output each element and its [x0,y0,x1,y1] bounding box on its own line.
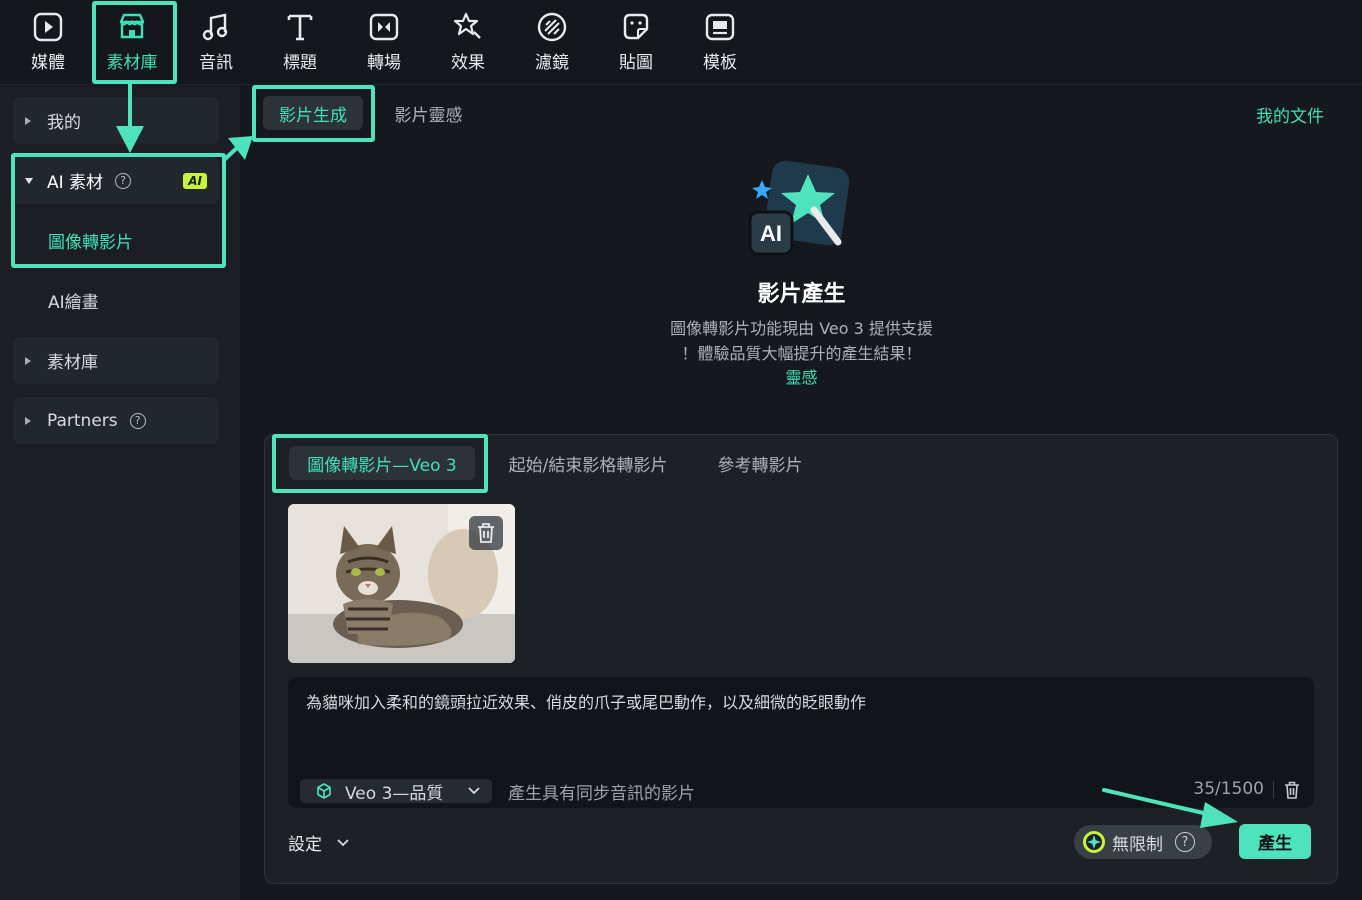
store-icon [119,13,145,39]
toolbar-stickers-label: 貼圖 [619,53,653,73]
my-documents-link[interactable]: 我的文件 [1256,102,1324,127]
text-icon [287,14,313,41]
filter-icon [537,12,567,42]
sidebar-item-partners-label: Partners [47,410,118,431]
toolbar-effects[interactable]: 效果 [430,6,506,78]
caret-right-icon [25,416,31,425]
top-toolbar: 媒體 素材庫 音訊 標題 轉場 效果 濾鏡 貼圖 模板 [0,0,1362,85]
sidebar-item-ai-paint[interactable]: AI繪畫 [13,277,219,324]
music-note-icon [202,13,228,41]
sidebar-item-mine-label: 我的 [47,113,81,133]
sidebar: 我的 AI 素材 ? AI 圖像轉影片 AI繪畫 素材庫 Partners ? [0,86,240,900]
toolbar-audio[interactable]: 音訊 [178,6,254,78]
settings-label: 設定 [288,835,322,855]
sidebar-item-asset-library-label: 素材庫 [47,353,98,373]
model-select[interactable]: Veo 3—品質 [300,779,492,804]
toolbar-effects-label: 效果 [451,53,485,73]
model-select-value: Veo 3—品質 [345,783,444,804]
sidebar-item-partners[interactable]: Partners ? [13,397,219,444]
template-icon [705,13,735,41]
cube-icon [317,783,331,799]
tab-video-generation[interactable]: 影片生成 [263,96,363,130]
prompt-textarea[interactable]: 為貓咪加入柔和的鏡頭拉近效果、俏皮的爪子或尾巴動作，以及細微的眨眼動作 [306,689,866,713]
sidebar-item-ai-assets[interactable]: AI 素材 ? AI [13,157,219,204]
transition-icon [369,13,399,41]
sidebar-item-ai-assets-label: AI 素材 [47,173,104,193]
ai-magic-wand-icon: AI [748,160,850,256]
toolbar-media-label: 媒體 [31,53,65,73]
svg-text:AI: AI [760,221,782,246]
subtab-image-to-video-veo3[interactable]: 圖像轉影片—Veo 3 [289,446,475,480]
subtab-start-end-frame[interactable]: 起始/結束影格轉影片 [497,446,679,480]
media-icon [33,12,63,42]
help-icon[interactable]: ? [115,172,132,189]
character-counter: 35/1500 [1193,779,1264,799]
sidebar-item-ai-paint-label: AI繪畫 [48,293,99,313]
generate-button[interactable]: 產生 [1239,824,1311,859]
caret-right-icon [25,116,31,125]
unlimited-credits-badge[interactable]: 無限制 ? [1074,825,1212,859]
hero-description-line1: 圖像轉影片功能現由 Veo 3 提供支援 [670,319,933,338]
toolbar-stickers[interactable]: 貼圖 [598,6,674,78]
toolbar-filters-label: 濾鏡 [535,53,569,73]
toolbar-transitions[interactable]: 轉場 [346,6,422,78]
toolbar-templates[interactable]: 模板 [682,6,758,78]
unlimited-label: 無限制 [1112,834,1163,855]
sidebar-item-mine[interactable]: 我的 [13,97,219,144]
ai-badge: AI [183,172,207,189]
sidebar-item-asset-library[interactable]: 素材庫 [13,337,219,384]
inspiration-link[interactable]: 靈感 [785,368,817,387]
sidebar-item-image-to-video-label: 圖像轉影片 [48,233,133,253]
chevron-down-icon [468,787,480,795]
divider [1273,781,1274,799]
caret-right-icon [25,356,31,365]
toolbar-stock-label: 素材庫 [106,53,158,73]
prompt-box: 為貓咪加入柔和的鏡頭拉近效果、俏皮的爪子或尾巴動作，以及細微的眨眼動作 Veo … [288,677,1314,808]
effects-icon [453,12,481,39]
caret-down-icon [25,177,33,184]
sticker-icon [623,13,649,40]
trash-icon [1285,781,1299,799]
chevron-down-icon [337,838,349,846]
help-icon[interactable]: ? [1175,832,1195,852]
toolbar-media[interactable]: 媒體 [10,6,86,78]
hero-title: 影片產生 [757,282,846,307]
sidebar-item-image-to-video[interactable]: 圖像轉影片 [13,217,219,264]
uploaded-cat-image[interactable] [288,504,515,663]
toolbar-titles-label: 標題 [283,53,317,73]
toolbar-stock[interactable]: 素材庫 [94,6,170,78]
credit-star-icon [1083,831,1105,853]
toolbar-templates-label: 模板 [703,53,737,73]
tab-video-inspiration[interactable]: 影片靈感 [381,96,476,130]
sync-audio-option[interactable]: 產生具有同步音訊的影片 [508,779,695,804]
trash-icon [478,523,494,543]
toolbar-titles[interactable]: 標題 [262,6,338,78]
hero-description-line2: ！體驗品質大幅提升的產生結果！ [681,344,922,363]
subtab-reference-to-video[interactable]: 參考轉影片 [705,446,815,480]
delete-image-button[interactable] [469,516,503,550]
toolbar-transitions-label: 轉場 [367,53,401,73]
clear-prompt-button[interactable] [1284,781,1300,803]
help-icon[interactable]: ? [129,412,146,429]
settings-dropdown[interactable]: 設定 [288,830,349,855]
toolbar-filters[interactable]: 濾鏡 [514,6,590,78]
toolbar-audio-label: 音訊 [199,53,233,73]
